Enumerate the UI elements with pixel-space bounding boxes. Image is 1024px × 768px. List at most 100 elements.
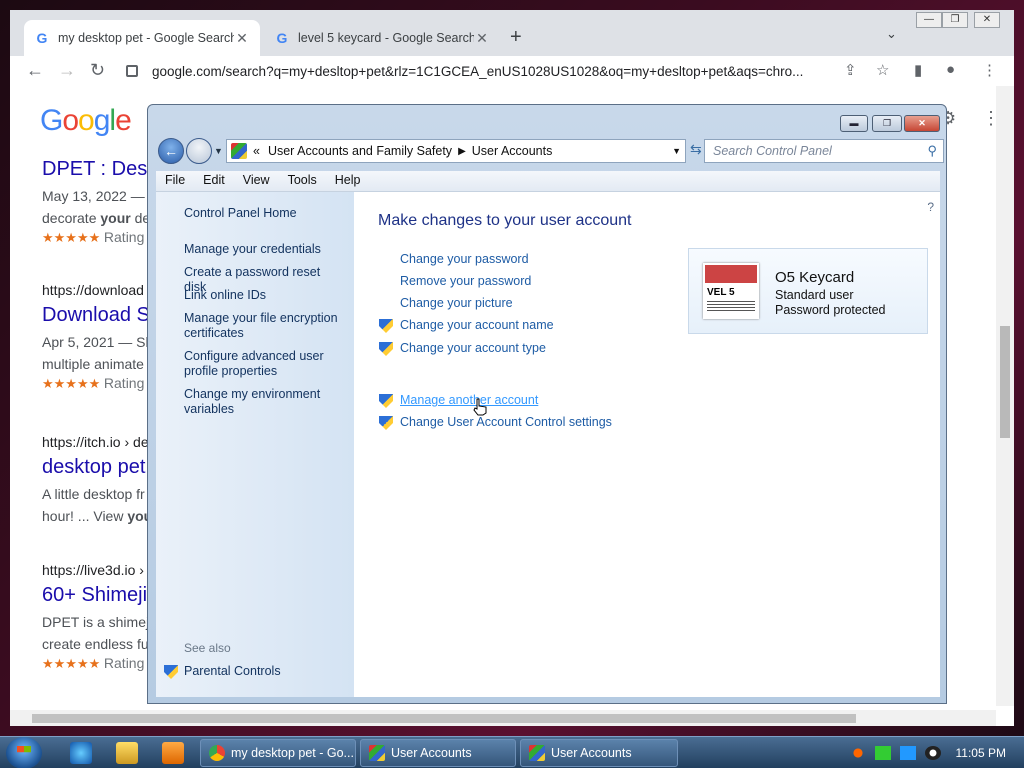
browser-toolbar: ← → ↻ google.com/search?q=my+desltop+pet… (10, 56, 1014, 86)
result-url: https://live3d.io › (42, 562, 144, 578)
volume-icon[interactable] (924, 746, 941, 760)
manage-another-account-link[interactable]: Manage another account (400, 393, 538, 407)
help-icon[interactable]: ? (927, 200, 934, 214)
control-panel-icon (369, 745, 385, 761)
control-panel-icon (231, 143, 247, 159)
search-control-panel-input[interactable]: Search Control Panel ⚲ (704, 139, 944, 163)
chevron-down-icon[interactable]: ⌄ (886, 26, 897, 42)
task-pane: Control Panel Home Manage your credentia… (156, 192, 354, 697)
breadcrumb-separator-icon[interactable]: ▶ (458, 146, 466, 157)
search-icon[interactable]: ⚲ (927, 143, 937, 159)
remove-password-link[interactable]: Remove your password (400, 274, 531, 288)
advanced-profile-link[interactable]: Configure advanced user profile properti… (184, 349, 344, 379)
result-title[interactable]: 60+ Shimeji (42, 584, 149, 607)
control-panel-home-link[interactable]: Control Panel Home (184, 206, 344, 221)
search-result: https://download Download S Apr 5, 2021 … (42, 282, 153, 392)
rating-label: Rating (103, 229, 145, 245)
result-snippet: multiple animate (42, 356, 144, 372)
close-button[interactable]: ✕ (904, 115, 940, 132)
recent-pages-dropdown-icon[interactable]: ▼ (214, 146, 223, 156)
result-title[interactable]: DPET : Desk (42, 158, 157, 181)
network-icon[interactable] (874, 746, 891, 760)
breadcrumb[interactable]: « User Accounts and Family Safety ▶ User… (226, 139, 686, 163)
file-explorer-icon[interactable] (116, 742, 138, 764)
internet-explorer-icon[interactable] (70, 742, 92, 764)
vertical-scrollbar[interactable] (996, 86, 1014, 706)
google-favicon-icon: G (276, 30, 288, 46)
horizontal-scrollbar[interactable] (10, 710, 996, 726)
back-arrow-icon[interactable]: ← (158, 138, 184, 164)
scroll-thumb[interactable] (32, 714, 856, 723)
link-online-ids-link[interactable]: Link online IDs (184, 288, 344, 303)
avatar[interactable]: VEL 5 (703, 263, 759, 319)
menu-edit[interactable]: Edit (194, 171, 234, 191)
rating-label: Rating (103, 375, 145, 391)
chevron-down-icon[interactable]: ▼ (672, 146, 681, 156)
media-player-icon[interactable] (162, 742, 184, 764)
file-encryption-link[interactable]: Manage your file encryption certificates (184, 311, 344, 341)
result-url: https://itch.io › de (42, 434, 149, 450)
control-panel-icon (529, 745, 545, 761)
breadcrumb-user-accounts[interactable]: User Accounts (472, 144, 553, 158)
menu-view[interactable]: View (234, 171, 279, 191)
parental-controls-link[interactable]: Parental Controls (184, 664, 344, 679)
maximize-button[interactable]: ❐ (872, 115, 902, 132)
monitor-icon[interactable] (899, 746, 916, 760)
profile-icon[interactable]: ● (946, 61, 955, 78)
share-icon[interactable]: ⇪ (844, 61, 857, 79)
clock[interactable]: 11:05 PM (956, 746, 1006, 760)
star-icon[interactable]: ☆ (876, 61, 889, 79)
uac-shield-icon (379, 319, 393, 333)
change-picture-link[interactable]: Change your picture (400, 296, 513, 310)
google-logo[interactable]: Google (40, 104, 132, 138)
start-button[interactable] (6, 737, 42, 768)
change-account-name-link[interactable]: Change your account name (400, 318, 554, 332)
close-tab-icon[interactable]: ✕ (234, 30, 250, 47)
menu-file[interactable]: File (156, 171, 194, 191)
scroll-thumb[interactable] (1000, 326, 1010, 438)
close-button[interactable]: ✕ (974, 12, 1000, 28)
tab-title: my desktop pet - Google Search (58, 31, 234, 45)
environment-variables-link[interactable]: Change my environment variables (184, 387, 344, 417)
search-placeholder: Search Control Panel (713, 144, 832, 158)
avatar-caption: VEL 5 (707, 287, 735, 298)
breadcrumb-overflow[interactable]: « (253, 144, 260, 158)
manage-credentials-link[interactable]: Manage your credentials (184, 242, 344, 257)
tab-my-desktop-pet[interactable]: G my desktop pet - Google Search ✕ (24, 20, 260, 56)
navigation-bar: ← ▼ « User Accounts and Family Safety ▶ … (156, 138, 944, 166)
uac-shield-icon (379, 394, 393, 408)
close-tab-icon[interactable]: ✕ (474, 30, 490, 47)
search-result: https://itch.io › de desktop pet A littl… (42, 434, 152, 527)
rating-stars: ★★★★★ (42, 376, 101, 391)
task-user-accounts[interactable]: User Accounts (360, 739, 516, 767)
back-arrow-icon[interactable]: ← (26, 60, 44, 81)
forward-arrow-icon[interactable]: → (58, 60, 76, 81)
change-account-type-link[interactable]: Change your account type (400, 341, 546, 355)
tab-level-5-keycard[interactable]: G level 5 keycard - Google Search ✕ (264, 20, 500, 56)
search-tray-icon[interactable] (849, 746, 866, 760)
uac-settings-link[interactable]: Change User Account Control settings (400, 415, 612, 429)
rating-label: Rating (103, 655, 145, 671)
refresh-icon[interactable]: ⇆ (690, 141, 702, 158)
uac-shield-icon (379, 416, 393, 430)
menu-tools[interactable]: Tools (279, 171, 326, 191)
minimize-button[interactable]: — (916, 12, 942, 28)
result-title[interactable]: Download S (42, 304, 153, 327)
menu-icon[interactable]: ⋮ (982, 61, 997, 79)
breadcrumb-user-accounts-family-safety[interactable]: User Accounts and Family Safety (268, 144, 452, 158)
task-user-accounts[interactable]: User Accounts (520, 739, 678, 767)
change-password-link[interactable]: Change your password (400, 252, 529, 266)
result-title[interactable]: desktop pet (42, 456, 152, 479)
reload-icon[interactable]: ↻ (90, 60, 105, 81)
restore-button[interactable]: ❐ (942, 12, 968, 28)
menu-help[interactable]: Help (326, 171, 370, 191)
forward-arrow-icon[interactable] (186, 138, 212, 164)
task-chrome[interactable]: my desktop pet - Go... (200, 739, 356, 767)
new-tab-icon[interactable]: + (510, 26, 522, 49)
tab-title: level 5 keycard - Google Search (298, 31, 474, 45)
address-bar[interactable]: google.com/search?q=my+desltop+pet&rlz=1… (126, 58, 866, 84)
see-also-label: See also (184, 641, 231, 655)
side-panel-icon[interactable]: ▮ (914, 61, 922, 79)
minimize-button[interactable]: ▬ (840, 115, 868, 132)
search-result: https://live3d.io › 60+ Shimeji DPET is … (42, 562, 149, 672)
